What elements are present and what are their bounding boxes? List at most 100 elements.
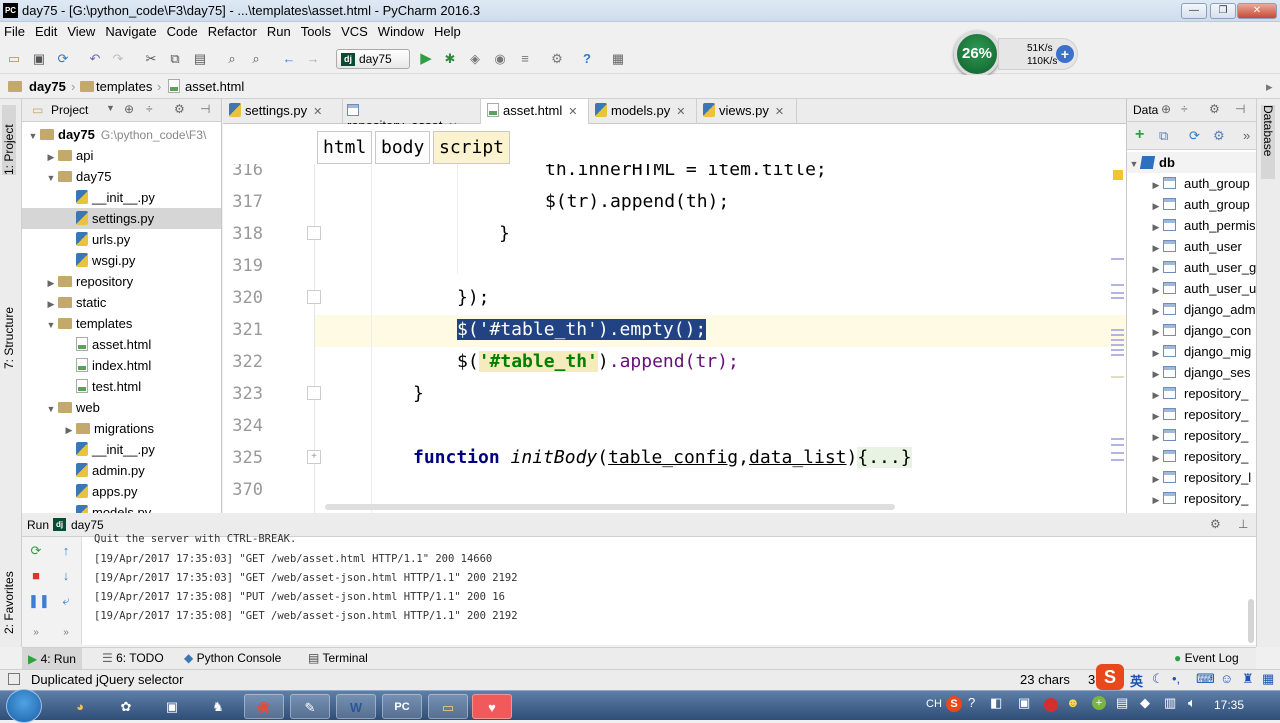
hide-panel-icon[interactable]: ⊣ (200, 102, 210, 116)
add-icon[interactable]: + (1135, 126, 1144, 144)
sync-target-icon[interactable]: ⊕ (1161, 102, 1171, 116)
chevron-down-icon[interactable]: ▼ (106, 103, 115, 113)
more-icon[interactable]: » (58, 625, 74, 641)
up-arrow-icon[interactable]: ↑ (58, 543, 74, 559)
db-table-item[interactable]: ▶ django_adm (1127, 299, 1256, 320)
help-icon[interactable]: ? (579, 51, 595, 67)
pycharm-icon[interactable]: PC (382, 694, 422, 719)
clock[interactable]: 17:35 (1214, 698, 1244, 712)
punctuation-icon[interactable]: •, (1172, 671, 1180, 686)
menu-run[interactable]: Run (262, 22, 296, 39)
volume-icon[interactable]: 🔈︎ (1188, 695, 1196, 711)
db-table-item[interactable]: ▶ repository_ (1127, 404, 1256, 425)
tool-tab-structure[interactable]: 7: Structure (2, 289, 16, 369)
stop-icon[interactable]: ■ (28, 568, 44, 584)
collapsed-arrow-icon[interactable]: ▶ (44, 147, 58, 166)
breadcrumb-templates[interactable]: templates (96, 79, 152, 94)
collapsed-arrow-icon[interactable]: ▶ (1149, 490, 1163, 509)
more-icon[interactable]: » (28, 625, 44, 641)
hide-panel-icon[interactable]: ⊣ (1235, 102, 1245, 116)
db-table-item[interactable]: ▶ auth_user_u (1127, 278, 1256, 299)
expand-fold-icon[interactable]: + (307, 450, 321, 464)
run-icon[interactable]: ▶ (418, 51, 434, 67)
expanded-arrow-icon[interactable]: ▼ (26, 126, 40, 145)
save-icon[interactable]: ▣ (31, 51, 47, 67)
menu-edit[interactable]: Edit (30, 22, 62, 39)
collapsed-arrow-icon[interactable]: ▶ (1149, 427, 1163, 446)
fold-marker-icon[interactable] (307, 226, 321, 240)
folded-code[interactable]: {...} (857, 447, 912, 468)
qq-tray-icon[interactable]: ☻ (1066, 695, 1080, 710)
language-indicator[interactable]: CH (926, 698, 942, 710)
collapse-icon[interactable]: ÷ (1181, 102, 1188, 116)
profile-icon[interactable]: ◉ (492, 51, 508, 67)
db-table-item[interactable]: ▶ auth_group (1127, 173, 1256, 194)
collapsed-arrow-icon[interactable]: ▶ (1149, 385, 1163, 404)
tray-icon[interactable]: ◧ (990, 695, 1002, 711)
toggle-tool-windows-icon[interactable] (8, 673, 20, 685)
down-arrow-icon[interactable]: ↓ (58, 568, 74, 584)
tray-icon[interactable]: ◆ (1140, 695, 1150, 711)
ime-mode[interactable]: 英 (1130, 671, 1143, 690)
tool-tab-event-log[interactable]: ● Event Log (1174, 651, 1239, 665)
tree-item[interactable]: __init__.py (22, 187, 221, 208)
tool-tab-project[interactable]: 1: Project (2, 105, 16, 175)
user-icon[interactable]: ☺ (1220, 671, 1233, 686)
help-tray-icon[interactable]: ? (968, 695, 975, 710)
soft-wrap-icon[interactable]: ⤶ (58, 593, 74, 609)
start-button[interactable] (6, 689, 42, 723)
collapsed-arrow-icon[interactable]: ▶ (1149, 280, 1163, 299)
menu-tools[interactable]: Tools (296, 22, 336, 39)
menu-refactor[interactable]: Refactor (203, 22, 262, 39)
menu-file[interactable]: File (0, 22, 30, 39)
app-icon[interactable]: ✿ (106, 694, 146, 719)
debug-icon[interactable]: ✱ (442, 51, 458, 67)
db-table-item[interactable]: ▶ django_con (1127, 320, 1256, 341)
tree-item[interactable]: urls.py (22, 229, 221, 250)
concurrency-icon[interactable]: ≡ (517, 51, 533, 67)
sdk-icon[interactable]: ▦ (610, 51, 626, 67)
menu-code[interactable]: Code (162, 22, 203, 39)
inspection-warning-icon[interactable] (1113, 170, 1123, 180)
db-table-item[interactable]: ▶ repository_ (1127, 425, 1256, 446)
tool-tab-todo[interactable]: ☰ 6: TODO (102, 651, 164, 665)
refresh-icon[interactable]: ⟳ (1189, 128, 1200, 144)
tag-crumb-html[interactable]: html (317, 131, 373, 164)
boost-plus-icon[interactable]: + (1056, 45, 1074, 63)
tree-item[interactable]: ▶ migrations (22, 418, 221, 439)
close-tab-icon[interactable]: ✕ (313, 106, 322, 118)
collapsed-arrow-icon[interactable]: ▶ (1149, 406, 1163, 425)
app-icon[interactable]: ♥ (472, 694, 512, 719)
sogou-ime-icon[interactable]: S (1096, 664, 1124, 690)
tree-item[interactable]: ▼ day75 G:\python_code\F3\ (22, 124, 221, 145)
collapsed-arrow-icon[interactable]: ▶ (1149, 343, 1163, 362)
paste-icon[interactable]: ▤ (192, 51, 208, 67)
settings-wrench-icon[interactable]: ⚙ (549, 51, 565, 67)
toolbox-icon[interactable]: ▦ (1262, 671, 1274, 687)
collapsed-arrow-icon[interactable]: ▶ (1149, 322, 1163, 341)
network-icon[interactable]: ▥ (1164, 695, 1176, 711)
redo-icon[interactable]: ↷ (110, 51, 126, 67)
tree-item[interactable]: ▶ repository (22, 271, 221, 292)
tray-icon[interactable]: + (1092, 696, 1106, 710)
run-config-select[interactable]: day75 (336, 49, 410, 69)
maximize-button[interactable]: ❐ (1210, 3, 1236, 19)
sync-icon[interactable]: ⟳ (55, 51, 71, 67)
notepad-icon[interactable]: ✎ (290, 694, 330, 719)
copy-icon[interactable]: ⧉ (167, 51, 183, 67)
pause-icon[interactable]: ❚❚ (28, 593, 50, 609)
tree-item[interactable]: apps.py (22, 481, 221, 502)
gear-icon[interactable]: ⚙ (1209, 102, 1220, 116)
menu-help[interactable]: Help (429, 22, 466, 39)
back-icon[interactable]: ← (281, 51, 297, 67)
app-icon[interactable]: ▣ (152, 694, 192, 719)
tree-item[interactable]: test.html (22, 376, 221, 397)
scroll-right-icon[interactable]: ▸ (1266, 79, 1273, 95)
vertical-scrollbar[interactable] (1248, 599, 1254, 643)
caret-position[interactable]: 3 (1088, 672, 1095, 687)
tool-tab-python-console[interactable]: ◆ Python Console (184, 651, 281, 665)
tree-item[interactable]: admin.py (22, 460, 221, 481)
cut-icon[interactable]: ✂ (143, 51, 159, 67)
gear-icon[interactable]: ⚙ (1210, 517, 1221, 531)
tree-item[interactable]: ▶ static (22, 292, 221, 313)
